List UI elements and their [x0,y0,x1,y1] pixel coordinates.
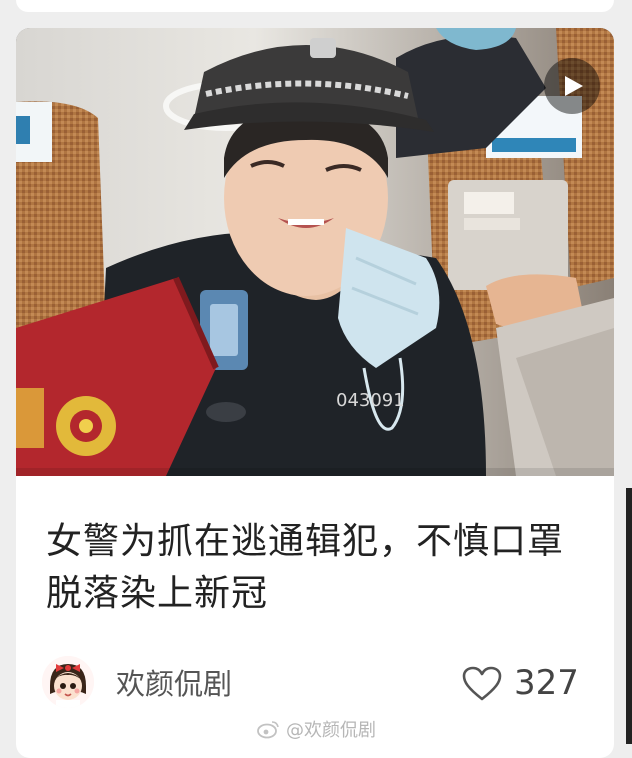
watermark: @欢颜侃剧 [256,716,376,742]
video-post-card[interactable]: 043091 女警为抓在逃通辑犯，不慎口罩脱落染上新冠 欢颜侃剧 327 [16,28,614,758]
weibo-logo-icon [257,721,279,739]
like-count: 327 [514,663,579,703]
play-button[interactable] [544,58,600,114]
post-title[interactable]: 女警为抓在逃通辑犯，不慎口罩脱落染上新冠 [46,516,586,620]
adjacent-card-edge [626,488,632,744]
badge-number: 043091 [336,390,405,411]
watermark-text: @欢颜侃剧 [286,720,376,741]
thumbnail-image: 043091 [16,28,614,476]
author-avatar[interactable] [42,656,94,708]
author-name[interactable]: 欢颜侃剧 [116,666,232,702]
previous-card-edge [16,0,614,12]
cartoon-girl-avatar-icon [42,656,94,708]
post-meta: 欢颜侃剧 327 [42,656,590,712]
heart-outline-icon[interactable] [462,666,502,702]
play-icon [565,76,583,96]
video-thumbnail[interactable]: 043091 [16,28,614,476]
